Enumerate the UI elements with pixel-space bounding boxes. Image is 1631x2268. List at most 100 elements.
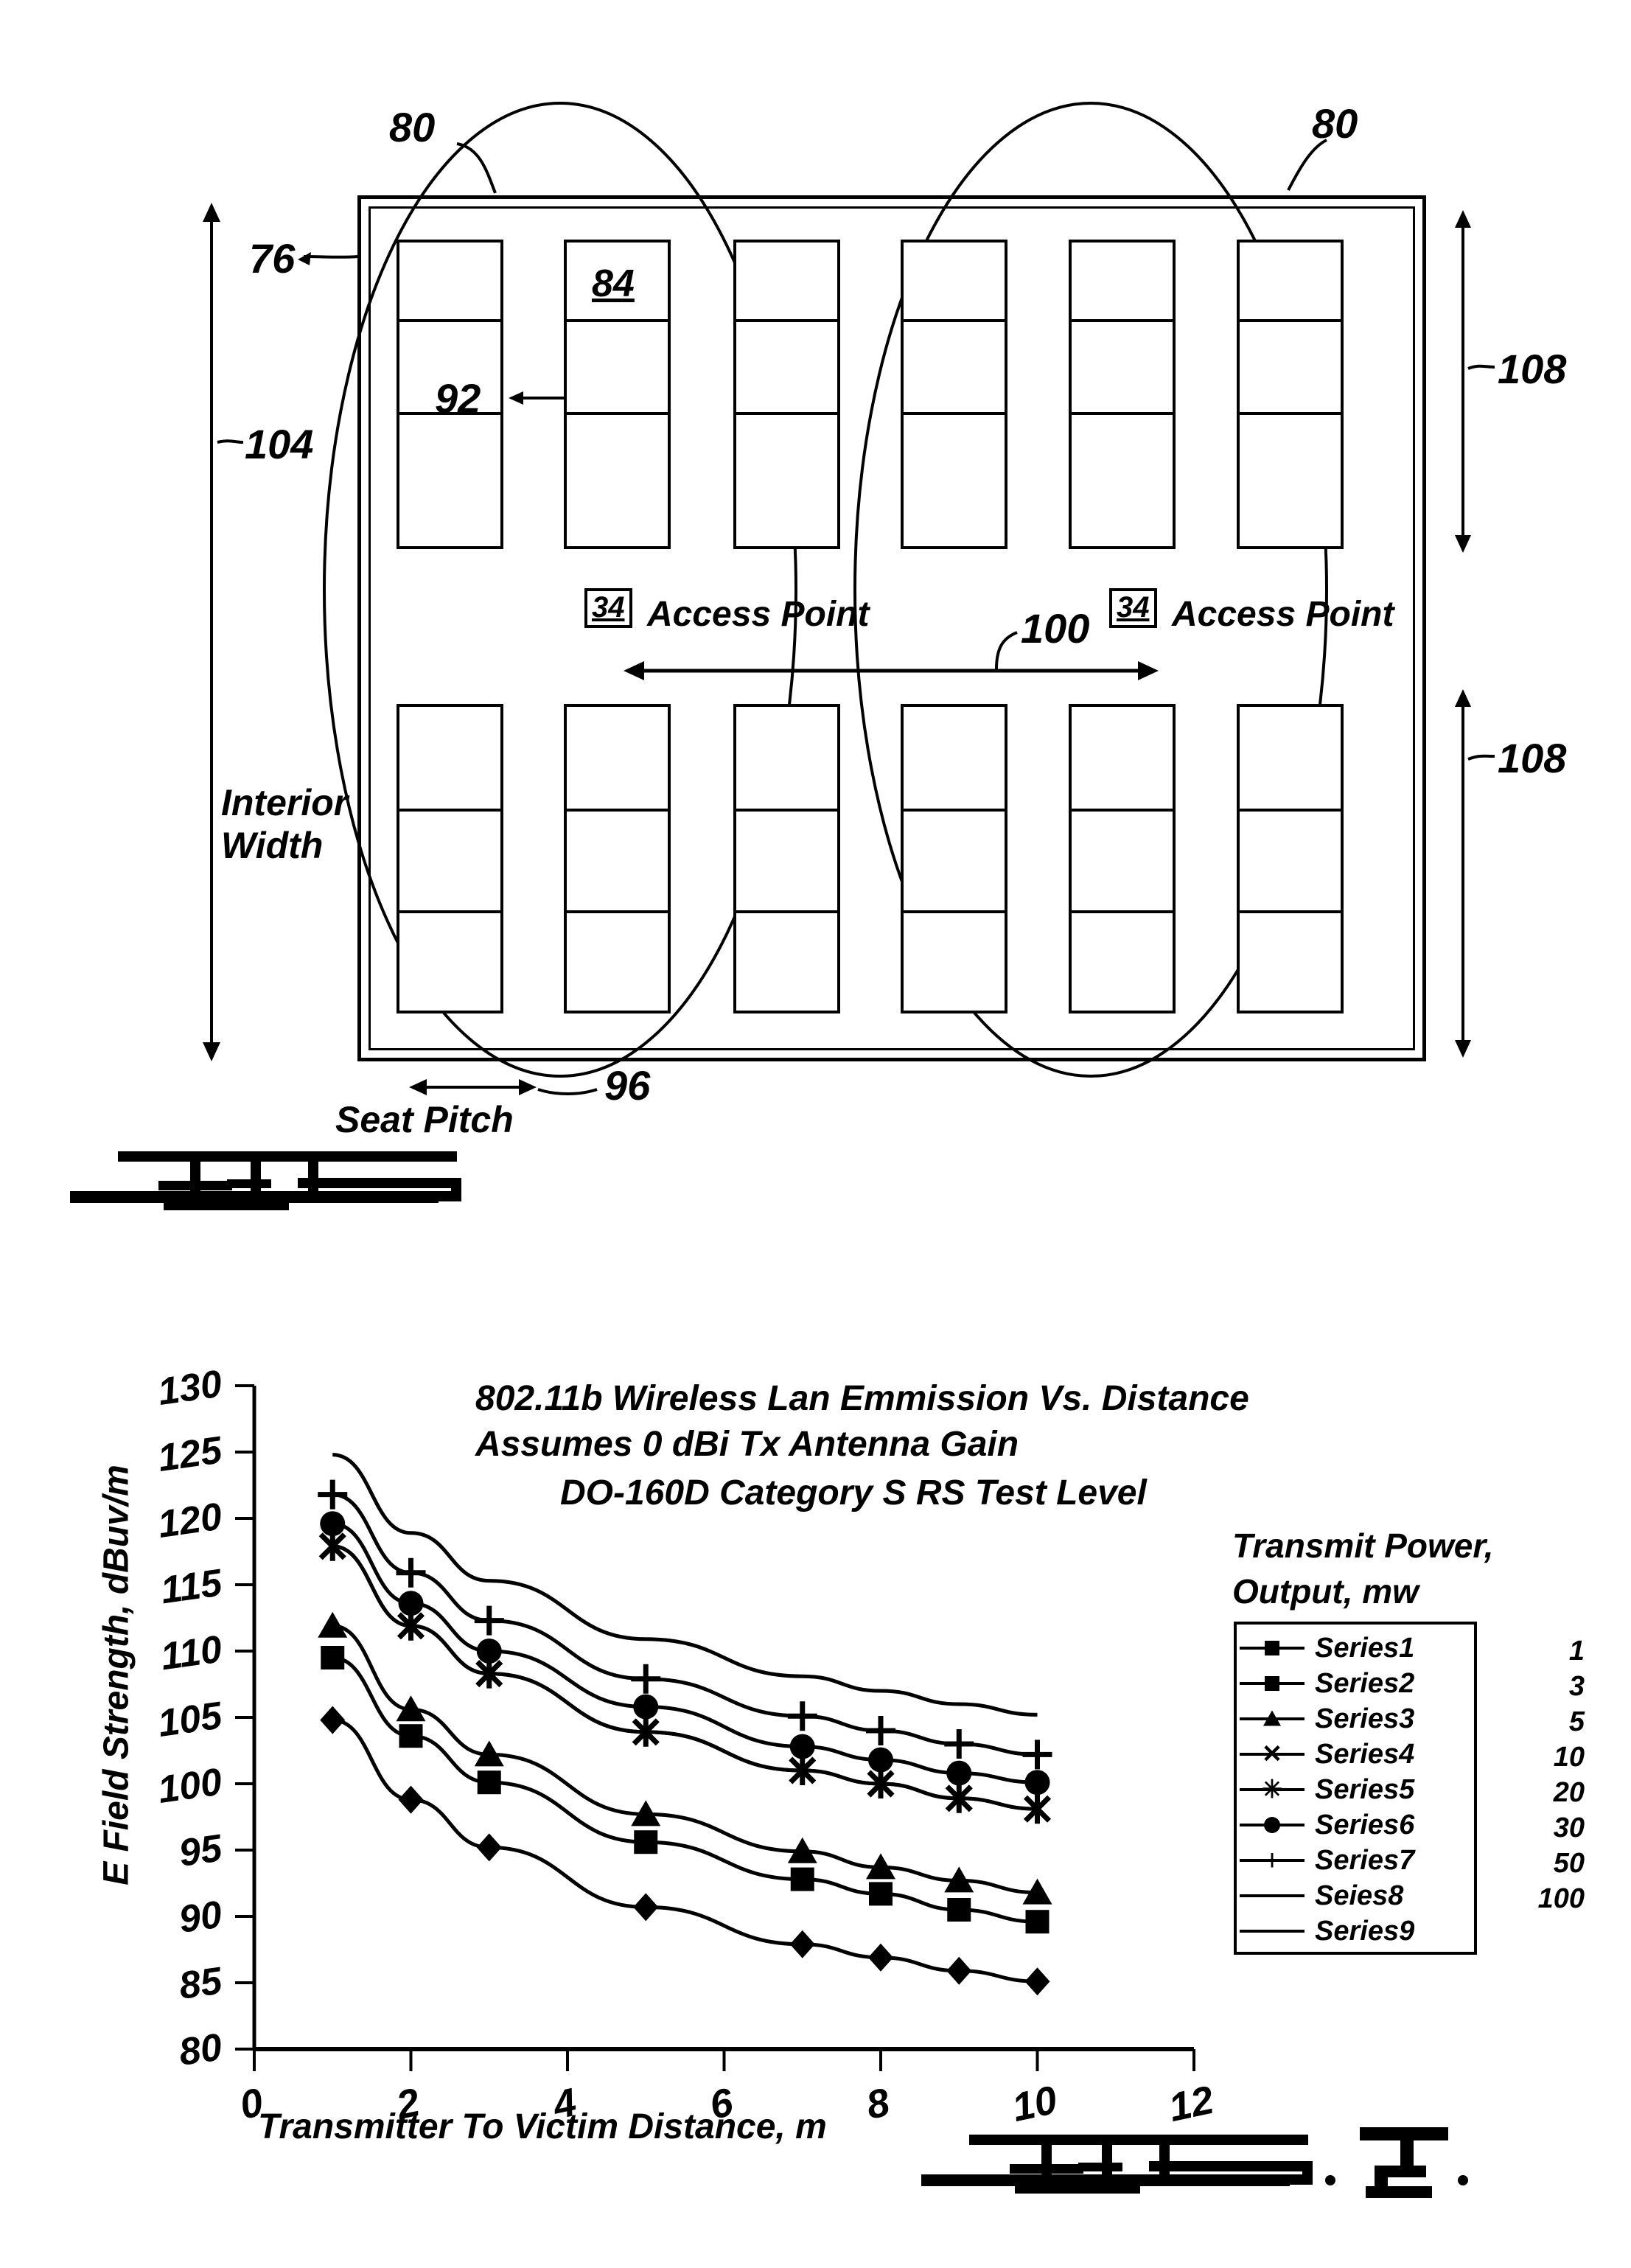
chart-subtitle: Assumes 0 dBi Tx Antenna Gain: [475, 1425, 1019, 1464]
figure-5-cabin-diagram: 80 80 76 104 108 108 84 92 96 100 Interi…: [0, 0, 1631, 1238]
chart-series-series1: [320, 1706, 1050, 1996]
chart-data-point: [320, 1511, 346, 1537]
chart-x-tick-label: 10: [1008, 2078, 1061, 2130]
chart-series-series6: [320, 1511, 1050, 1796]
chart-series-series5: [318, 1531, 1051, 1824]
chart-data-point: [944, 1729, 974, 1759]
chart-data-point: [790, 1867, 814, 1891]
chart-data-point: [869, 1882, 893, 1906]
chart-data-point: [318, 1611, 348, 1638]
access-point-right-ref-number: 34: [1117, 591, 1150, 624]
chart-x-axis-label: Transmitter To Victim Distance, m: [258, 2107, 827, 2146]
chart-data-point: [396, 1557, 426, 1588]
ref-label-84: 84: [592, 262, 635, 305]
chart-data-point: [1024, 1967, 1050, 1996]
seat-block: [1069, 704, 1176, 1013]
legend-item-label: Series1: [1315, 1632, 1415, 1664]
legend-title-line1: Transmit Power,: [1232, 1526, 1494, 1565]
chart-y-tick-label: 90: [176, 1893, 224, 1941]
interior-width-label-line2: Width: [221, 825, 324, 866]
chart-data-point: [1022, 1740, 1052, 1770]
figure-7-chart: 80 85 90 95 100 105 110 115 120 125 130 0 2 4 6 8 10 12 8…: [0, 1238, 1631, 2268]
seat-block: [397, 704, 503, 1013]
chart-legend: Series1 Series2 Series3 ✕ Series4 ✳ Series5 Ser…: [1234, 1622, 1477, 1955]
dim-seat-pitch-arrow-left: [409, 1079, 427, 1095]
leader-108-top: [1467, 364, 1495, 370]
leader-96: [537, 1088, 598, 1095]
ref-label-80-left: 80: [389, 104, 436, 150]
seat-block: [1069, 240, 1176, 549]
seat-block: [564, 704, 671, 1013]
legend-item-series6: Series6: [1237, 1807, 1474, 1843]
chart-y-tick-label: 85: [176, 1959, 225, 2008]
legend-marker-diamond-icon: [1237, 1637, 1307, 1659]
legend-item-seies8: Seies8: [1237, 1878, 1474, 1913]
legend-item-label: Series3: [1315, 1703, 1415, 1734]
chart-data-point: [476, 1639, 502, 1664]
chart-data-point: [631, 1664, 661, 1694]
legend-item-series7: + Series7: [1237, 1843, 1474, 1878]
legend-marker-x-icon: ✕: [1237, 1742, 1307, 1767]
seat-block: [901, 704, 1007, 1013]
chart-data-point: [868, 1747, 893, 1773]
legend-item-series4: ✕ Series4: [1237, 1737, 1474, 1772]
chart-y-tick-label: 125: [156, 1428, 226, 1480]
ref-label-104: 104: [245, 421, 314, 467]
chart-data-point: [477, 1770, 501, 1795]
ref-label-108-bottom: 108: [1498, 735, 1567, 781]
legend-title-line2: Output, mw: [1232, 1572, 1419, 1611]
legend-power-value: 5: [1568, 1706, 1585, 1737]
legend-power-value: 100: [1537, 1883, 1585, 1914]
dim-108-top-arrow-down: [1455, 535, 1471, 553]
chart-data-point: [947, 1898, 971, 1922]
legend-power-value: 3: [1568, 1671, 1585, 1702]
chart-data-point: [1024, 1770, 1050, 1796]
legend-item-series2: Series2: [1237, 1666, 1474, 1701]
legend-marker-line-icon: [1237, 1885, 1307, 1907]
legend-item-label: Series7: [1315, 1844, 1415, 1876]
chart-series-line: [332, 1624, 1038, 1895]
chart-data-point: [634, 1830, 658, 1854]
dim-108-bottom-arrow-up: [1455, 689, 1471, 707]
chart-data-point: [633, 1893, 659, 1922]
figure-7-caption-glyphs: [921, 2127, 1468, 2198]
dim-108-bottom-arrow-down: [1455, 1040, 1471, 1058]
chart-y-tick-label: 110: [158, 1627, 224, 1678]
chart-data-point: [474, 1605, 504, 1636]
chart-x-tick-label: 12: [1165, 2078, 1218, 2130]
chart-series-line: [332, 1493, 1038, 1756]
chart-series-series3: [318, 1611, 1052, 1905]
legend-item-series9: Series9: [1237, 1913, 1474, 1949]
seat-block: [901, 240, 1007, 549]
chart-data-point: [320, 1706, 346, 1734]
legend-marker-star-icon: ✳: [1237, 1777, 1307, 1802]
chart-data-point: [866, 1716, 895, 1745]
chart-data-point: [476, 1833, 502, 1862]
access-point-right-label: Access Point: [1172, 595, 1394, 634]
chart-data-point: [787, 1701, 817, 1731]
chart-y-tick-label: 95: [176, 1826, 225, 1875]
chart-data-point: [633, 1694, 659, 1720]
chart-data-point: [946, 1760, 972, 1786]
seat-block: [733, 704, 840, 1013]
chart-data-point: [398, 1591, 424, 1616]
dim-interior-width-arrow-bottom: [203, 1042, 220, 1061]
figure-5-caption-glyphs: [70, 1151, 461, 1210]
chart-series-series2: [321, 1646, 1050, 1934]
chart-legend-power-values: 1 3 5 10 20 30 50 100: [1489, 1633, 1585, 1952]
chart-data-point: [868, 1943, 893, 1972]
ref-label-80-right: 80: [1312, 100, 1358, 147]
leader-80-right: [1287, 139, 1327, 191]
chart-y-tick-label: 100: [156, 1760, 225, 1812]
chart-data-point: [946, 1956, 972, 1985]
chart-series-line: [332, 1655, 1038, 1924]
ref-label-108-top: 108: [1498, 346, 1567, 392]
access-point-left-ref-number: 34: [592, 591, 625, 624]
dim-interior-width-arrow-top: [203, 203, 220, 222]
chart-y-tick-label: 130: [156, 1362, 225, 1414]
access-point-left-label: Access Point: [647, 595, 870, 634]
legend-marker-circle-icon: [1237, 1814, 1307, 1836]
legend-marker-triangle-icon: [1237, 1708, 1307, 1730]
chart-data-point: [398, 1785, 424, 1814]
seat-block: [1237, 240, 1344, 549]
